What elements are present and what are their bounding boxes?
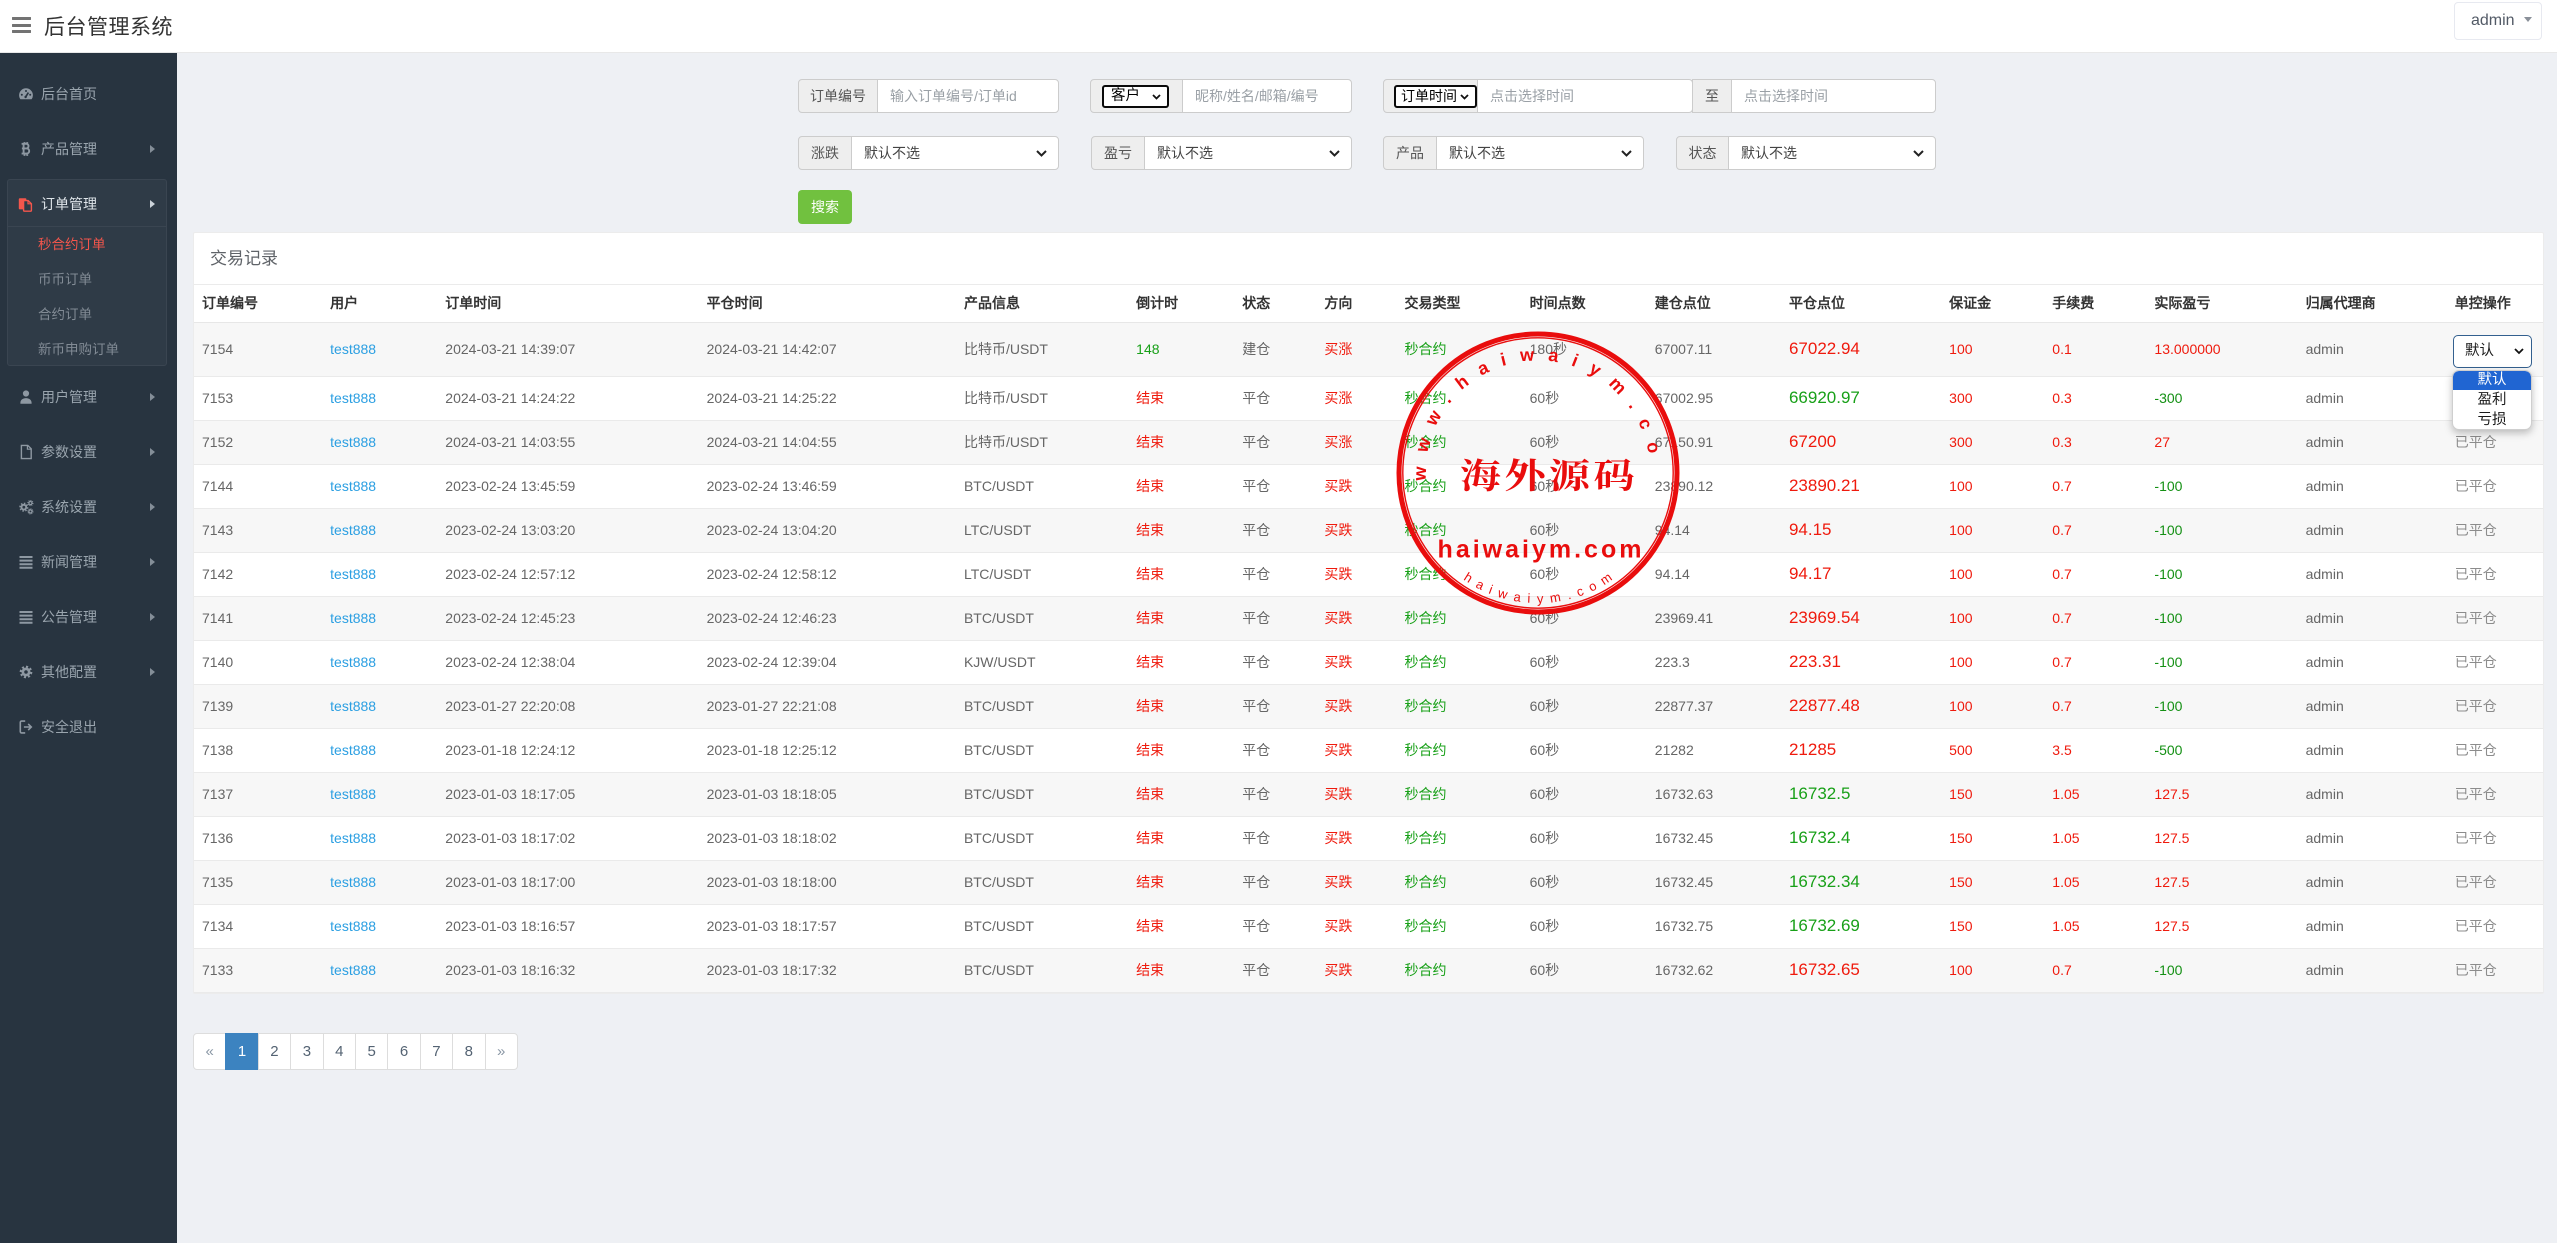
svg-text:haiwaiym.com: haiwaiym.com	[1438, 536, 1645, 564]
